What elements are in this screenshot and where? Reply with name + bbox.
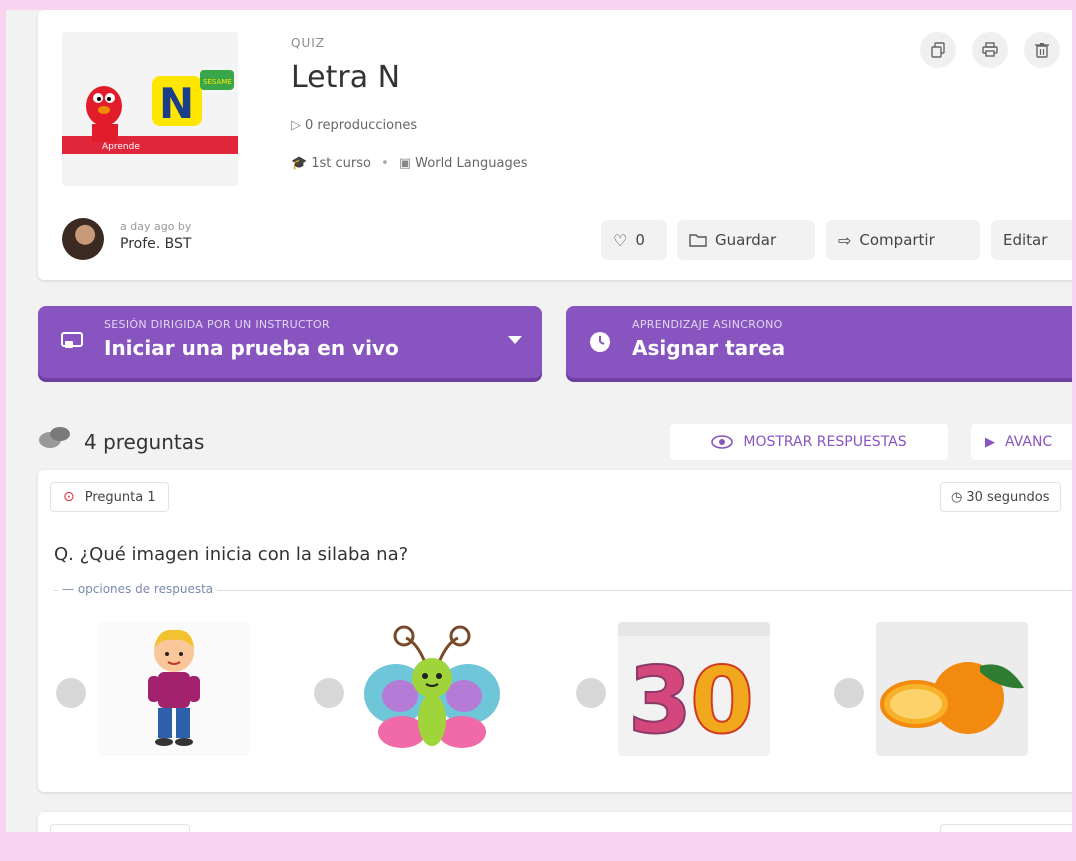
quiz-thumbnail: Aprende N SESAME (62, 32, 238, 186)
option-3-radio[interactable] (576, 678, 606, 708)
duplicate-button[interactable] (920, 32, 956, 68)
eye-icon (711, 435, 734, 449)
graduation-cap-icon: 🎓 (291, 156, 308, 171)
next-question-time-badge (940, 824, 1072, 832)
option-4-orange-image[interactable] (876, 622, 1028, 756)
show-answers-label: MOSTRAR RESPUESTAS (743, 434, 907, 450)
question-card: ⊙ Pregunta 1 ◷ 30 segundos Q. ¿Qué image… (38, 470, 1072, 792)
quiz-header-card: Aprende N SESAME QUIZ Letra N ▷ 0 reprodu… (38, 10, 1072, 280)
question-time-label: 30 segundos (966, 489, 1050, 505)
advanced-label: AVANC (1005, 434, 1053, 450)
thumbnail-logo-text: SESAME (203, 78, 232, 86)
next-question-card (38, 812, 1072, 832)
async-label: Asignar tarea (632, 336, 786, 360)
share-label: Compartir (859, 231, 935, 249)
clock-icon (588, 330, 612, 354)
assign-homework-button[interactable]: APRENDIZAJE ASINCRONO Asignar tarea (566, 306, 1072, 378)
show-answers-button[interactable]: MOSTRAR RESPUESTAS (670, 424, 948, 460)
question-time-badge: ◷ 30 segundos (940, 482, 1061, 512)
live-session-label: Iniciar una prueba en vivo (104, 336, 399, 360)
target-icon: ⊙ (63, 489, 75, 505)
questions-icon (38, 426, 72, 452)
quiz-type-label: QUIZ (291, 36, 325, 50)
print-button[interactable] (972, 32, 1008, 68)
option-4-radio[interactable] (834, 678, 864, 708)
timer-icon: ◷ (951, 489, 963, 505)
printer-icon (982, 42, 998, 57)
next-question-number-badge (50, 824, 190, 832)
grade-label: 1st curso (311, 156, 371, 171)
subject-label: World Languages (415, 156, 528, 171)
save-label: Guardar (715, 231, 777, 249)
thumbnail-badge-text: Aprende (102, 142, 140, 152)
share-button[interactable]: ⇨ Compartir (826, 220, 980, 260)
chevron-down-icon[interactable] (508, 336, 522, 344)
svg-text:0: 0 (690, 647, 754, 754)
quiz-title: Letra N (291, 60, 401, 95)
option-1-radio[interactable] (56, 678, 86, 708)
presentation-icon (60, 330, 84, 354)
edit-button[interactable]: Editar (991, 220, 1072, 260)
like-count: 0 (635, 231, 645, 249)
folder-icon (689, 234, 707, 247)
like-button[interactable]: ♡ 0 (601, 220, 667, 260)
question-text: Q. ¿Qué imagen inicia con la silaba na? (54, 544, 409, 565)
quiz-page: Aprende N SESAME QUIZ Letra N ▷ 0 reprodu… (6, 10, 1072, 832)
start-live-quiz-button[interactable]: SESIÓN DIRIGIDA POR UN INSTRUCTOR Inicia… (38, 306, 542, 378)
play-outline-icon: ▷ (291, 118, 301, 133)
author-avatar[interactable] (62, 218, 104, 260)
option-3-number-30-image[interactable]: 3 0 (618, 622, 770, 756)
question-number-badge: ⊙ Pregunta 1 (50, 482, 169, 512)
question-count: 4 preguntas (84, 430, 205, 454)
option-2-butterfly-image[interactable] (356, 622, 508, 756)
live-session-caption: SESIÓN DIRIGIDA POR UN INSTRUCTOR (104, 318, 330, 331)
advanced-button[interactable]: ▶ AVANC (971, 424, 1072, 460)
options-legend: — opciones de respuesta (58, 582, 218, 596)
delete-button[interactable] (1024, 32, 1060, 68)
play-icon: ▶ (985, 434, 995, 450)
option-1-boy-image[interactable] (98, 622, 250, 756)
author-timestamp: a day ago by (120, 220, 192, 233)
share-icon: ⇨ (838, 230, 852, 250)
save-button[interactable]: Guardar (677, 220, 815, 260)
book-icon: ▣ (398, 156, 412, 171)
heart-icon: ♡ (613, 230, 628, 250)
copy-icon (931, 42, 945, 58)
async-caption: APRENDIZAJE ASINCRONO (632, 318, 783, 331)
plays-count: ▷ 0 reproducciones (291, 118, 418, 133)
quiz-meta: 🎓 1st curso • ▣ World Languages (291, 156, 528, 171)
edit-label: Editar (1003, 231, 1048, 249)
option-2-radio[interactable] (314, 678, 344, 708)
svg-text:3: 3 (628, 647, 692, 754)
question-number-label: Pregunta 1 (84, 489, 156, 505)
author-name[interactable]: Profe. BST (120, 236, 191, 252)
svg-text:N: N (159, 79, 194, 128)
trash-icon (1035, 43, 1049, 58)
